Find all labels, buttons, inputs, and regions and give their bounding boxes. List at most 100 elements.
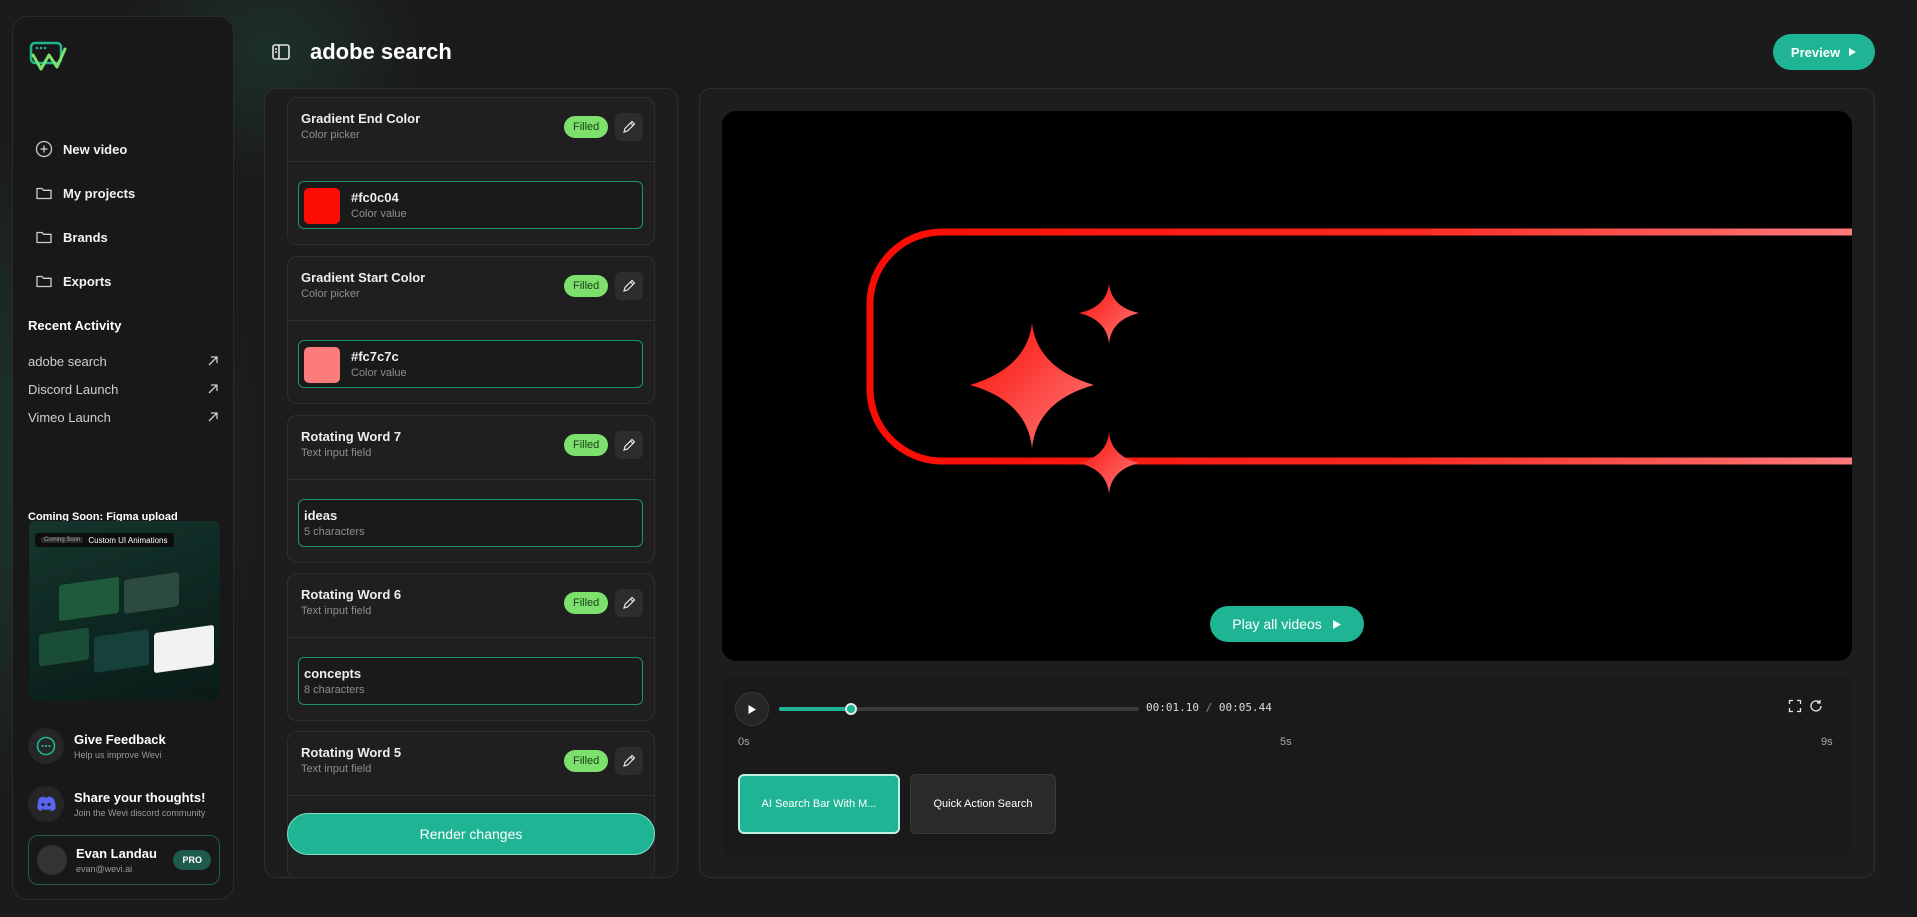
color-value-field[interactable]: #fc7c7c Color value [298, 340, 643, 388]
text-value-field[interactable]: concepts 8 characters [298, 657, 643, 705]
progress-fill [779, 707, 851, 711]
pencil-icon [623, 120, 636, 133]
chat-bubble-icon [28, 728, 64, 764]
nav-new-video[interactable]: New video [35, 127, 215, 171]
field-card-header: Rotating Word 6 Text input field Filled [288, 574, 654, 638]
progress-scrubber[interactable] [845, 703, 857, 715]
plus-circle-icon [35, 140, 53, 158]
sidebar-toggle-icon[interactable] [272, 44, 290, 65]
edit-field-button[interactable] [615, 747, 643, 775]
play-icon [1849, 48, 1857, 56]
play-button[interactable] [735, 692, 769, 726]
sparkle-icon [970, 323, 1094, 448]
field-type: Color picker [301, 129, 360, 141]
field-title: Rotating Word 5 [301, 745, 402, 760]
discord-community-button[interactable]: Share your thoughts! Join the Wevi disco… [28, 781, 228, 827]
status-badge: Filled [564, 434, 609, 456]
color-swatch[interactable] [304, 347, 340, 383]
preview-button[interactable]: Preview [1773, 34, 1875, 70]
user-email: evan@wevi.ai [76, 864, 133, 874]
promo-title: Custom UI Animations [88, 535, 168, 545]
wevi-logo[interactable] [29, 41, 67, 73]
field-card-header: Rotating Word 7 Text input field Filled [288, 416, 654, 480]
recent-activity-title: Recent Activity [28, 318, 122, 333]
pencil-icon [623, 438, 636, 451]
preview-label: Preview [1790, 44, 1841, 60]
nav-label: Brands [63, 229, 108, 245]
recent-item-label: Vimeo Launch [28, 409, 111, 425]
color-hex: #fc0c04 [351, 190, 399, 205]
time-separator: / [1205, 701, 1213, 714]
color-value-label: Color value [351, 208, 407, 220]
edit-field-button[interactable] [615, 589, 643, 617]
nav-label: My projects [63, 185, 136, 201]
text-value-field[interactable]: ideas 5 characters [298, 499, 643, 547]
recent-item-label: adobe search [28, 353, 107, 369]
color-hex: #fc7c7c [351, 349, 399, 364]
time-readout: 00:01.10 / 00:05.44 [1146, 701, 1272, 714]
give-feedback-button[interactable]: Give Feedback Help us improve Wevi [28, 723, 228, 769]
folder-icon [36, 187, 52, 200]
promo-card [124, 572, 179, 614]
color-value-field[interactable]: #fc0c04 Color value [298, 181, 643, 229]
field-title: Gradient End Color [301, 111, 421, 126]
template-fields-panel[interactable]: Gradient End Color Color picker Filled #… [264, 88, 678, 878]
recent-item-vimeo-launch[interactable]: Vimeo Launch [28, 403, 220, 431]
field-title: Rotating Word 7 [301, 429, 402, 444]
field-type: Text input field [301, 605, 372, 617]
arrow-up-right-icon [208, 412, 218, 422]
field-card-rotating-word-5: Rotating Word 5 Text input field Filled [287, 731, 655, 877]
render-changes-button[interactable]: Render changes [287, 813, 655, 855]
nav-exports[interactable]: Exports [35, 259, 215, 303]
text-value: ideas [304, 508, 338, 523]
field-card-gradient-start-color: Gradient Start Color Color picker Filled… [287, 256, 655, 404]
figma-upload-promo-image[interactable]: Coming Soon Custom UI Animations [29, 521, 220, 701]
timeline-controls: 00:01.10 / 00:05.44 0s 5s 9s AI Search B… [722, 677, 1852, 857]
nav-brands[interactable]: Brands [35, 215, 215, 259]
recent-item-adobe-search[interactable]: adobe search [28, 347, 220, 375]
timeline-clip-quick-action-search[interactable]: Quick Action Search [910, 774, 1056, 834]
recent-activity-list: adobe search Discord Launch Vimeo Launch [28, 347, 220, 431]
edit-field-button[interactable] [615, 431, 643, 459]
sparkle-icon [1079, 283, 1139, 344]
character-count: 8 characters [304, 684, 365, 696]
feedback-subtitle: Help us improve Wevi [74, 750, 162, 760]
user-profile-card[interactable]: Evan Landau evan@wevi.ai PRO [28, 835, 220, 885]
promo-chip: Coming Soon [41, 537, 84, 543]
folder-icon [36, 275, 52, 288]
field-card-rotating-word-6: Rotating Word 6 Text input field Filled … [287, 573, 655, 721]
character-count: 5 characters [304, 526, 365, 538]
status-badge: Filled [564, 275, 609, 297]
video-preview[interactable]: Play all videos [722, 111, 1852, 661]
feedback-title: Give Feedback [74, 732, 166, 747]
current-time: 00:01.10 [1146, 701, 1199, 714]
edit-field-button[interactable] [615, 272, 643, 300]
play-icon [748, 704, 756, 714]
field-type: Color picker [301, 288, 360, 300]
discord-subtitle: Join the Wevi discord community [74, 808, 206, 818]
avatar [37, 845, 67, 875]
user-name: Evan Landau [76, 846, 157, 861]
timeline-clip-ai-search-bar[interactable]: AI Search Bar With M... [738, 774, 900, 834]
color-swatch[interactable] [304, 188, 340, 224]
nav-my-projects[interactable]: My projects [35, 171, 215, 215]
pro-badge: PRO [173, 850, 211, 870]
arrow-up-right-icon [208, 356, 218, 366]
refresh-icon[interactable] [1809, 699, 1823, 718]
edit-field-button[interactable] [615, 113, 643, 141]
arrow-up-right-icon [208, 384, 218, 394]
search-bar-animation-frame [866, 228, 1852, 494]
recent-item-discord-launch[interactable]: Discord Launch [28, 375, 220, 403]
promo-card [154, 624, 214, 674]
field-card-rotating-word-7: Rotating Word 7 Text input field Filled … [287, 415, 655, 563]
field-card-header: Gradient End Color Color picker Filled [288, 98, 654, 162]
progress-track[interactable] [779, 703, 1139, 715]
promo-card [39, 627, 89, 667]
play-icon [1332, 619, 1341, 629]
pencil-icon [623, 754, 636, 767]
fullscreen-icon[interactable] [1788, 699, 1802, 718]
preview-panel: Play all videos 00:01.10 / 00:05.44 0s 5… [699, 88, 1875, 878]
text-value: concepts [304, 666, 362, 681]
color-value-label: Color value [351, 367, 407, 379]
play-all-videos-button[interactable]: Play all videos [1210, 606, 1364, 642]
